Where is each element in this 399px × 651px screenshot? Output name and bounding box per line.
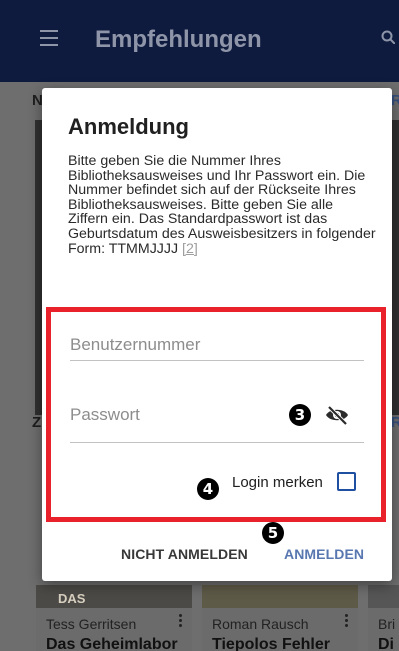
remember-login-checkbox[interactable] (337, 472, 356, 491)
password-field[interactable] (70, 405, 364, 443)
section-more-link[interactable]: R (391, 92, 399, 109)
menu-icon[interactable] (40, 30, 58, 46)
login-button[interactable]: ANMELDEN (284, 546, 364, 562)
section-more-link[interactable]: R (391, 414, 399, 431)
media-card[interactable]: Tess Gerritsen Das Geheimlabor (36, 608, 192, 651)
dialog-message-text: Bitte geben Sie die Nummer Ihres Bibliot… (68, 153, 376, 257)
cover-text: DAS (58, 591, 86, 606)
media-card[interactable]: Roman Rausch Tiepolos Fehler (202, 608, 358, 651)
card-author: Tess Gerritsen (46, 616, 137, 632)
annotation-badge: 5 (262, 522, 284, 544)
reference-link[interactable]: [2] (182, 241, 198, 257)
visibility-off-icon[interactable] (324, 404, 350, 426)
media-cover[interactable] (202, 585, 358, 608)
card-author: Roman Rausch (212, 616, 309, 632)
more-options-icon[interactable] (345, 614, 348, 627)
card-title: Das Geheimlabor (46, 636, 178, 651)
app-bar: Empfehlungen (0, 0, 399, 82)
dialog-message: Bitte geben Sie die Nummer Ihres Bibliot… (68, 154, 376, 256)
card-title: Di (378, 636, 394, 651)
remember-login-label: Login merken (232, 474, 323, 491)
media-cover[interactable] (368, 585, 399, 608)
username-field[interactable] (70, 335, 364, 361)
annotation-badge: 4 (197, 478, 219, 500)
more-options-icon[interactable] (179, 614, 182, 627)
card-title: Tiepolos Fehler (212, 636, 330, 651)
media-card[interactable]: Bri Di (368, 608, 399, 651)
media-cover[interactable] (392, 120, 399, 415)
media-cover[interactable]: DAS (36, 585, 192, 608)
search-icon[interactable] (381, 30, 395, 44)
username-input[interactable] (70, 335, 320, 355)
annotation-badge: 3 (289, 404, 311, 426)
card-author: Bri (378, 616, 396, 632)
password-input[interactable] (70, 405, 320, 425)
page-title: Empfehlungen (95, 26, 262, 53)
dialog-title: Anmeldung (68, 114, 189, 139)
section-heading: Z (32, 414, 42, 431)
cancel-button[interactable]: NICHT ANMELDEN (121, 546, 248, 562)
